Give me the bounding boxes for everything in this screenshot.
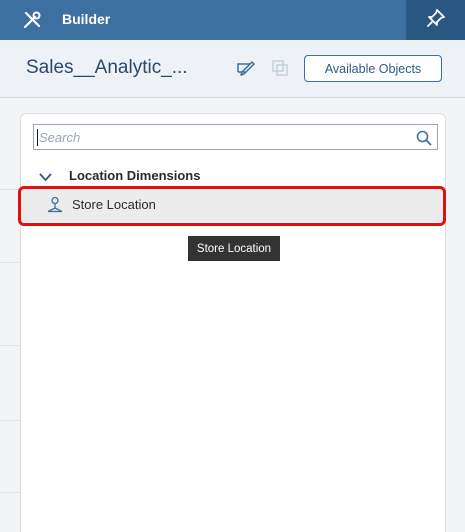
search-placeholder: Search bbox=[39, 130, 81, 145]
edit-icon[interactable] bbox=[236, 60, 256, 76]
builder-header: Builder bbox=[0, 0, 465, 40]
pin-icon bbox=[426, 8, 446, 33]
search-icon[interactable] bbox=[416, 130, 432, 146]
divider bbox=[0, 189, 20, 190]
divider bbox=[0, 345, 20, 346]
tree-item-store-location[interactable]: Store Location bbox=[21, 188, 445, 222]
chevron-down-icon[interactable] bbox=[39, 169, 52, 181]
tree-item-label: Store Location bbox=[72, 197, 156, 212]
pin-button[interactable] bbox=[406, 0, 465, 40]
geo-dimension-icon bbox=[46, 196, 64, 214]
available-objects-button[interactable]: Available Objects bbox=[304, 55, 442, 82]
header-title: Builder bbox=[62, 11, 111, 27]
search-input[interactable]: Search bbox=[33, 124, 438, 150]
divider bbox=[0, 262, 20, 263]
copy-icon bbox=[271, 59, 289, 77]
builder-app: Builder Sales__Analytic_... Available Ob… bbox=[0, 0, 465, 532]
group-label: Location Dimensions bbox=[69, 168, 201, 183]
tree-group-location-dimensions[interactable]: Location Dimensions bbox=[37, 166, 437, 188]
divider bbox=[0, 420, 20, 421]
right-strip bbox=[446, 98, 465, 532]
subheader: Sales__Analytic_... Available Objects bbox=[0, 40, 465, 98]
divider bbox=[0, 492, 20, 493]
wrench-screwdriver-icon[interactable] bbox=[22, 10, 42, 30]
tooltip: Store Location bbox=[188, 236, 280, 261]
model-name: Sales__Analytic_... bbox=[26, 57, 188, 78]
text-caret bbox=[37, 129, 38, 146]
available-objects-panel: Search Location Dimensions Store Locatio… bbox=[20, 113, 446, 532]
